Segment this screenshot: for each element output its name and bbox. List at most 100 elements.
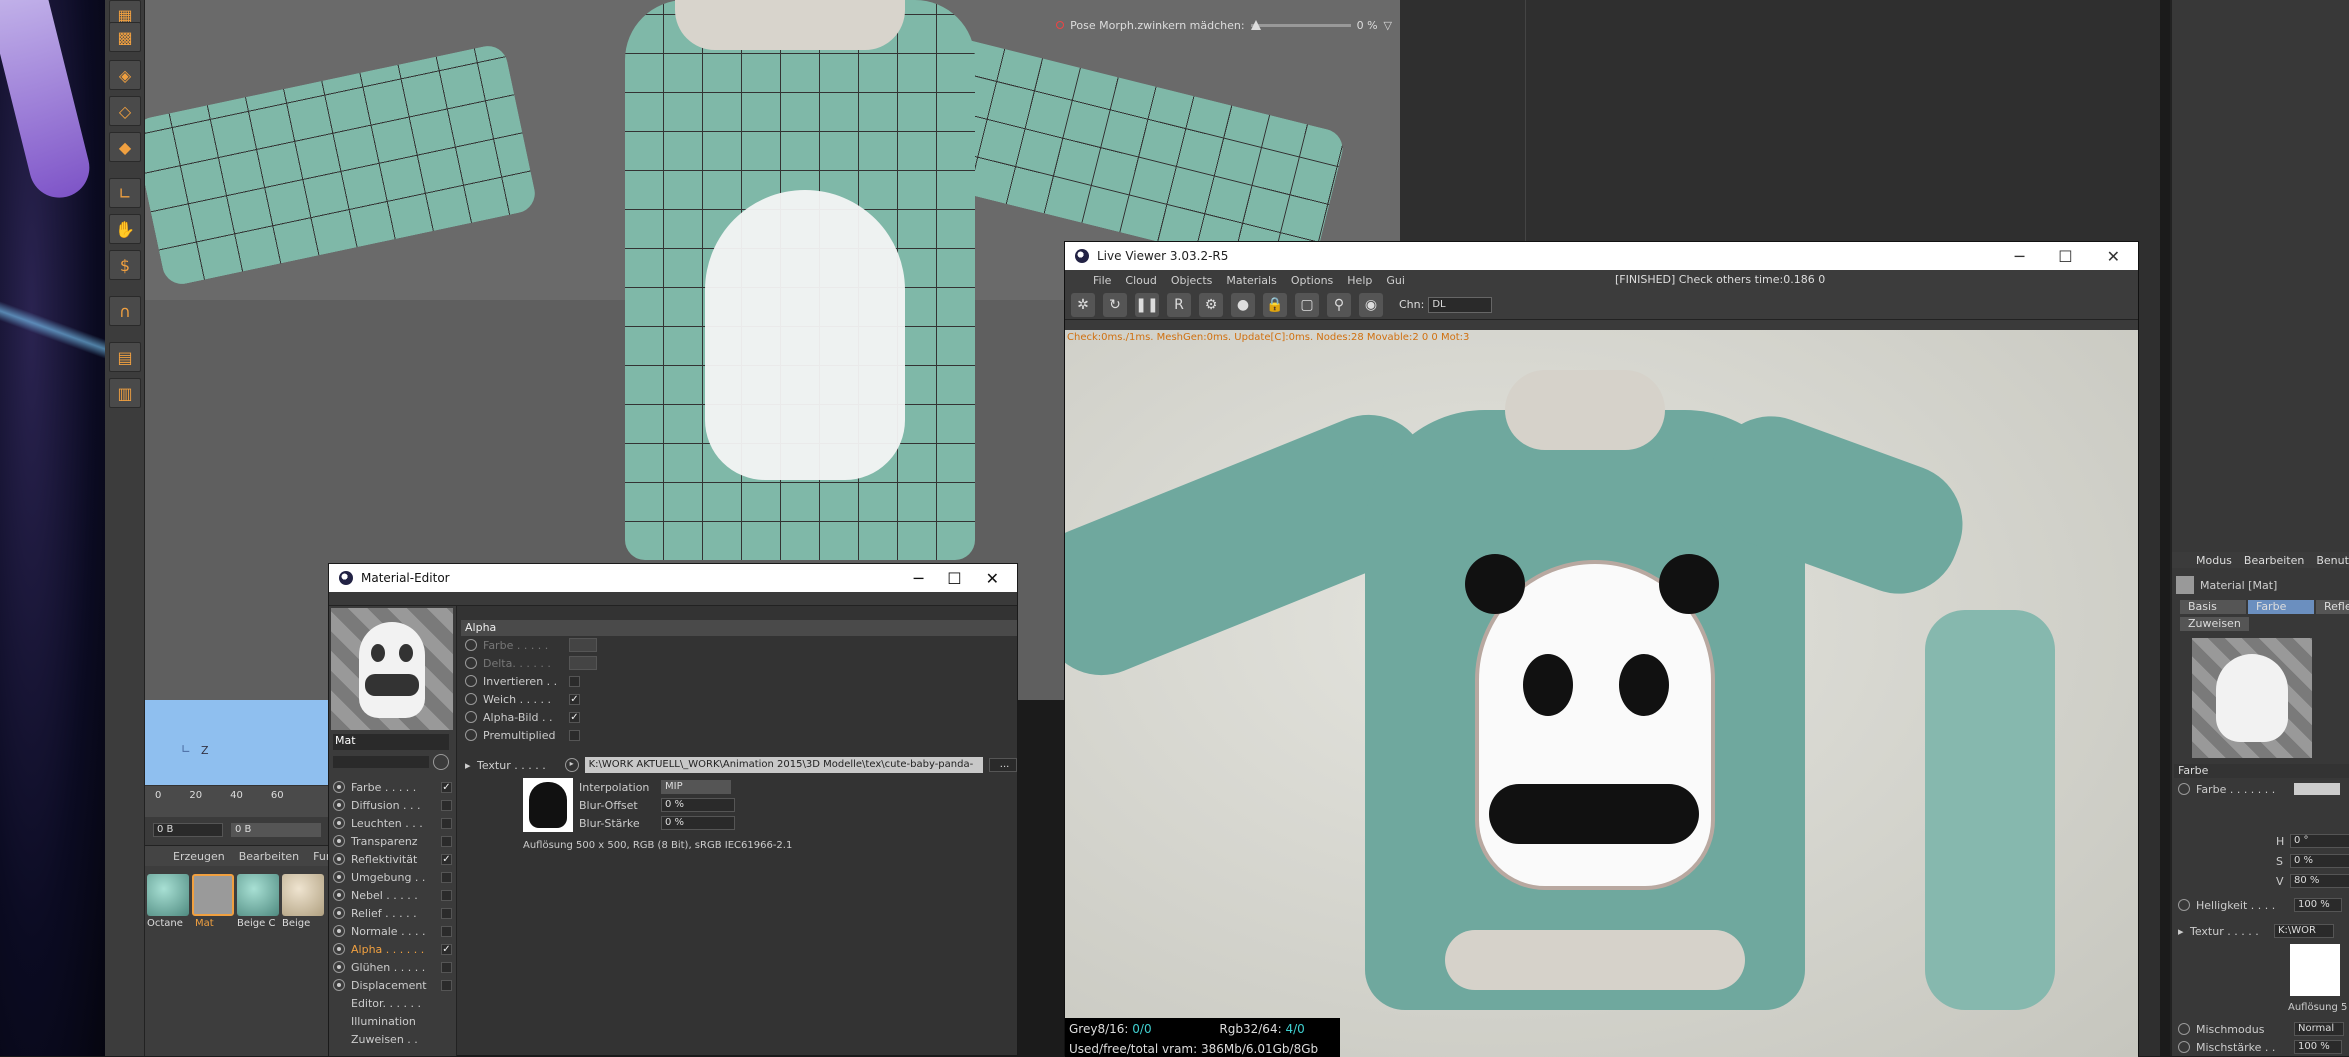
snap-tool-icon[interactable]: $ — [109, 250, 141, 280]
render-icon[interactable]: ✲ — [1071, 292, 1095, 317]
blur-staerke-field[interactable]: 0 % — [661, 816, 735, 830]
channel-nebel[interactable]: Nebel . . . . . — [329, 886, 457, 904]
blur-offset-field[interactable]: 0 % — [661, 798, 735, 812]
helligkeit-field[interactable]: 100 % — [2294, 898, 2342, 912]
channel-leuchten[interactable]: Leuchten . . . — [329, 814, 457, 832]
menu-help[interactable]: Help — [1347, 274, 1372, 287]
prop-farbe[interactable]: Farbe . . . . . — [461, 636, 1017, 654]
morph-slider[interactable] — [1250, 19, 1351, 30]
chn-dropdown[interactable]: DL — [1428, 296, 1493, 313]
texture-menu-icon[interactable]: ▸ — [564, 758, 579, 772]
minimize-icon[interactable]: ─ — [914, 569, 924, 588]
settings-gear-icon[interactable]: ⚙ — [1199, 292, 1223, 317]
prop-alpha-bild[interactable]: Alpha-Bild . . ✓ — [461, 708, 1017, 726]
helligkeit-anim-icon[interactable] — [2178, 899, 2190, 911]
material-ball-icon[interactable]: ● — [1231, 292, 1255, 317]
farbe-anim-icon[interactable] — [2178, 783, 2190, 795]
channel-illumination[interactable]: Illumination — [329, 1012, 457, 1030]
menu-materials[interactable]: Materials — [1226, 274, 1276, 287]
mischstaerke-anim-icon[interactable] — [2178, 1041, 2190, 1053]
textur-expand-icon[interactable]: ▸ — [2178, 925, 2190, 938]
menu-benutzer[interactable]: Benut — [2316, 554, 2349, 567]
channel-displacement[interactable]: Displacement — [329, 976, 457, 994]
channel-gluehen[interactable]: Glühen . . . . . — [329, 958, 457, 976]
channel-alpha[interactable]: Alpha . . . . . . ✓ — [329, 940, 457, 958]
frame-icon[interactable]: ▢ — [1295, 292, 1319, 317]
channel-zuweisen[interactable]: Zuweisen . . — [329, 1030, 457, 1048]
texture-expand-icon[interactable]: ▸ — [461, 759, 471, 772]
timeline[interactable]: 0 20 40 60 — [145, 785, 330, 817]
material-thumb-beige-c[interactable] — [237, 874, 279, 916]
channel-umgebung[interactable]: Umgebung . . — [329, 868, 457, 886]
pose-morph-hud[interactable]: Pose Morph.zwinkern mädchen: 0 % ▽ — [1056, 16, 1392, 34]
region-icon[interactable]: R — [1167, 292, 1191, 317]
material-editor-titlebar[interactable]: Material-Editor ─ ☐ ✕ — [329, 564, 1017, 592]
channel-transparenz[interactable]: Transparenz — [329, 832, 457, 850]
mischmodus-select[interactable]: Normal — [2294, 1022, 2344, 1036]
workplane-icon[interactable]: ▥ — [109, 378, 141, 408]
prop-premultiplied[interactable]: Premultiplied — [461, 726, 1017, 744]
maximize-icon[interactable]: ☐ — [947, 569, 961, 588]
prop-delta[interactable]: Delta. . . . . . — [461, 654, 1017, 672]
textur-field[interactable]: K:\WOR — [2274, 924, 2334, 938]
interpolation-select[interactable]: MIP — [661, 780, 731, 794]
lock-icon[interactable]: 🔒 — [1263, 292, 1287, 317]
h-field[interactable]: 0 ° — [2290, 834, 2349, 848]
menu-options[interactable]: Options — [1291, 274, 1333, 287]
prop-weich[interactable]: Weich . . . . . ✓ — [461, 690, 1017, 708]
restart-icon[interactable]: ↻ — [1103, 292, 1127, 317]
menu-objects[interactable]: Objects — [1171, 274, 1213, 287]
pause-icon[interactable]: ❚❚ — [1135, 292, 1159, 317]
frame-start-field[interactable]: 0 B — [153, 823, 223, 837]
tab-basis[interactable]: Basis — [2180, 600, 2246, 614]
cube-points-icon[interactable]: ◈ — [109, 60, 141, 90]
texture-browse-button[interactable]: ... — [989, 758, 1017, 772]
morph-record-icon[interactable] — [1056, 21, 1065, 29]
close-icon[interactable]: ✕ — [986, 569, 999, 588]
material-thumb-mat[interactable] — [192, 874, 234, 916]
material-thumb-beige[interactable] — [282, 874, 324, 916]
menu-modus[interactable]: Modus — [2196, 554, 2232, 567]
menu-bearbeiten[interactable]: Bearbeiten — [239, 850, 299, 863]
picker-icon[interactable]: ◉ — [1359, 292, 1383, 317]
maximize-icon[interactable]: ☐ — [2058, 247, 2072, 266]
mischmodus-anim-icon[interactable] — [2178, 1023, 2190, 1035]
texture-path-field[interactable]: K:\WORK AKTUELL\_WORK\Animation 2015\3D … — [584, 757, 984, 773]
render-canvas[interactable]: Check:0ms./1ms. MeshGen:0ms. Update[C]:0… — [1065, 330, 2138, 1057]
lock-grid-icon[interactable]: ▤ — [109, 342, 141, 372]
v-field[interactable]: 80 % — [2290, 874, 2349, 888]
s-field[interactable]: 0 % — [2290, 854, 2349, 868]
mischstaerke-field[interactable]: 100 % — [2294, 1040, 2342, 1054]
material-thumb-octane[interactable] — [147, 874, 189, 916]
pin-icon[interactable]: ⚲ — [1327, 292, 1351, 317]
channel-farbe[interactable]: Farbe . . . . . ✓ — [329, 778, 457, 796]
menu-cloud[interactable]: Cloud — [1125, 274, 1156, 287]
tab-reflektivitaet[interactable]: Reflek — [2316, 600, 2349, 614]
menu-file[interactable]: File — [1093, 274, 1111, 287]
channel-editor[interactable]: Editor. . . . . . — [329, 994, 457, 1012]
material-name-field[interactable]: Mat — [333, 734, 449, 750]
minimize-icon[interactable]: ─ — [2015, 247, 2025, 266]
menu-erzeugen[interactable]: Erzeugen — [173, 850, 225, 863]
menu-bearbeiten[interactable]: Bearbeiten — [2244, 554, 2304, 567]
material-scroll[interactable] — [333, 756, 429, 768]
close-icon[interactable]: ✕ — [2107, 247, 2120, 266]
menu-gui[interactable]: Gui — [1386, 274, 1405, 287]
channel-diffusion[interactable]: Diffusion . . . — [329, 796, 457, 814]
axis-tool-icon[interactable]: ∟ — [109, 178, 141, 208]
live-viewer-titlebar[interactable]: Live Viewer 3.03.2-R5 ─ ☐ ✕ — [1065, 242, 2138, 270]
farbe-swatch[interactable] — [2294, 783, 2340, 795]
material-picker-icon[interactable] — [433, 754, 449, 770]
mouse-tool-icon[interactable]: ✋ — [109, 214, 141, 244]
channel-reflektivitaet[interactable]: Reflektivität ✓ — [329, 850, 457, 868]
frame-end-field[interactable]: 0 B — [231, 823, 321, 837]
magnet-tool-icon[interactable]: ∩ — [109, 296, 141, 326]
tab-farbe[interactable]: Farbe — [2248, 600, 2314, 614]
prop-invertieren[interactable]: Invertieren . . — [461, 672, 1017, 690]
cube-polygons-icon[interactable]: ◆ — [109, 132, 141, 162]
channel-normale[interactable]: Normale . . . . — [329, 922, 457, 940]
grid-tool-icon[interactable]: ▩ — [109, 22, 141, 52]
morph-dropdown-icon[interactable]: ▽ — [1384, 19, 1392, 32]
channel-relief[interactable]: Relief . . . . . — [329, 904, 457, 922]
morph-slider-knob[interactable] — [1250, 19, 1261, 30]
